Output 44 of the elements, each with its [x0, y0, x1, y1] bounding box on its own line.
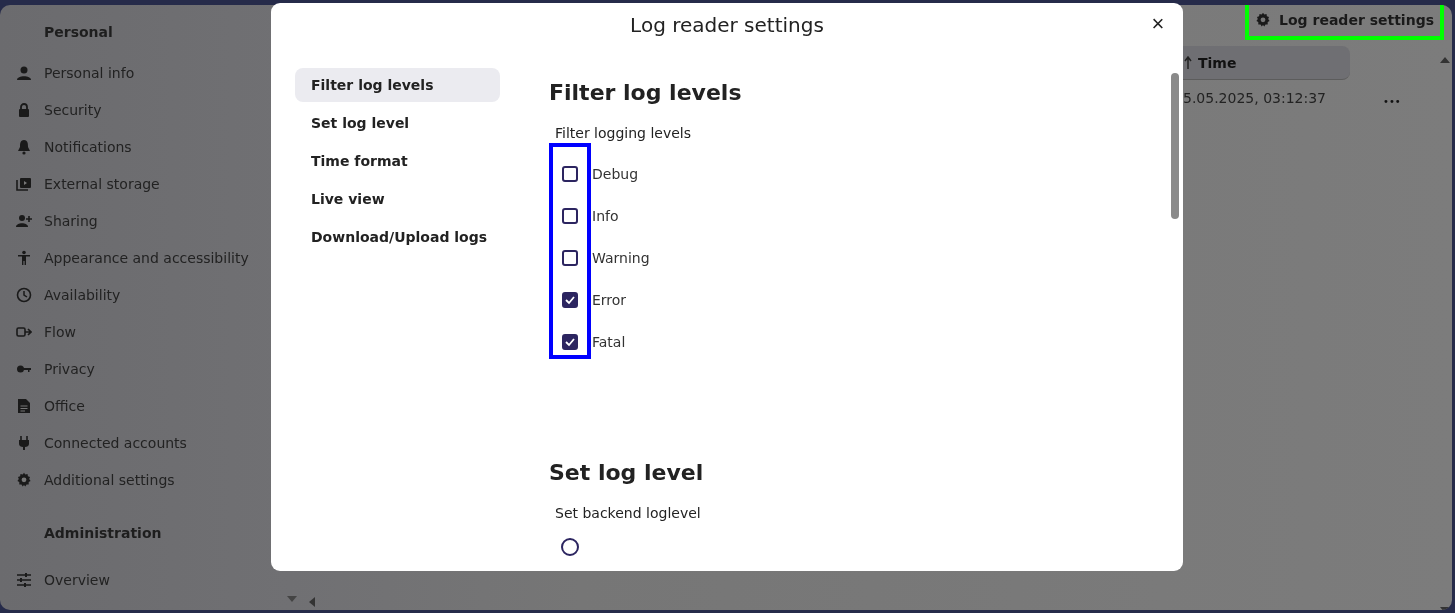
sliders-icon: [16, 571, 32, 588]
accessibility-icon: [16, 249, 32, 266]
field-label: Filter logging levels: [555, 125, 693, 143]
document-icon: [16, 397, 32, 414]
section-heading: Personal: [43, 23, 114, 42]
person-plus-icon: [16, 212, 32, 229]
lock-icon: [16, 101, 32, 118]
checkbox-label: Warning: [592, 250, 650, 266]
sidebar-item[interactable]: Connected accounts: [0, 424, 300, 461]
checkbox-label: Fatal: [592, 334, 626, 350]
sidebar-item[interactable]: Office: [0, 387, 300, 424]
checkbox-label: Debug: [592, 166, 639, 182]
plug-icon: [16, 434, 32, 451]
sidebar-item[interactable]: Privacy: [0, 350, 300, 387]
more-actions-button[interactable]: •••: [1383, 90, 1401, 107]
settings-button[interactable]: Log reader settings: [1245, 5, 1444, 40]
settings-icon: [16, 471, 32, 488]
table-cell-text: 5.05.2025, 03:12:37: [1183, 90, 1328, 107]
folder-icon: [16, 175, 32, 192]
checkbox[interactable]: [562, 292, 578, 308]
sidebar-item[interactable]: Availability: [0, 276, 300, 313]
close-button[interactable]: ×: [1143, 9, 1173, 39]
section-heading: Filter log levels: [549, 79, 742, 107]
sidebar-item[interactable]: Overview: [0, 561, 300, 598]
clock-icon: [16, 286, 32, 303]
checkbox[interactable]: [562, 334, 578, 350]
dialog-title: Log reader settings: [630, 13, 824, 37]
person-icon: [16, 64, 32, 81]
checkbox[interactable]: [562, 250, 578, 266]
section-heading: Administration: [43, 524, 163, 543]
settings-icon: [1255, 12, 1272, 28]
section-heading: Set log level: [549, 459, 705, 487]
checkbox-label: Error: [592, 292, 627, 308]
checkbox[interactable]: [562, 166, 578, 182]
scroll-left-icon[interactable]: [308, 597, 316, 607]
dialog-nav-item[interactable]: Filter log levels: [295, 68, 500, 102]
bell-icon: [16, 138, 32, 155]
checkbox[interactable]: [562, 208, 578, 224]
checkbox-label: Info: [592, 208, 619, 224]
radio-button[interactable]: [561, 538, 579, 556]
field-label: Set backend loglevel: [555, 505, 702, 523]
sidebar-item[interactable]: Flow: [0, 313, 300, 350]
scrollbar-thumb[interactable]: [1171, 73, 1179, 219]
sidebar-item[interactable]: Additional settings: [0, 461, 300, 498]
